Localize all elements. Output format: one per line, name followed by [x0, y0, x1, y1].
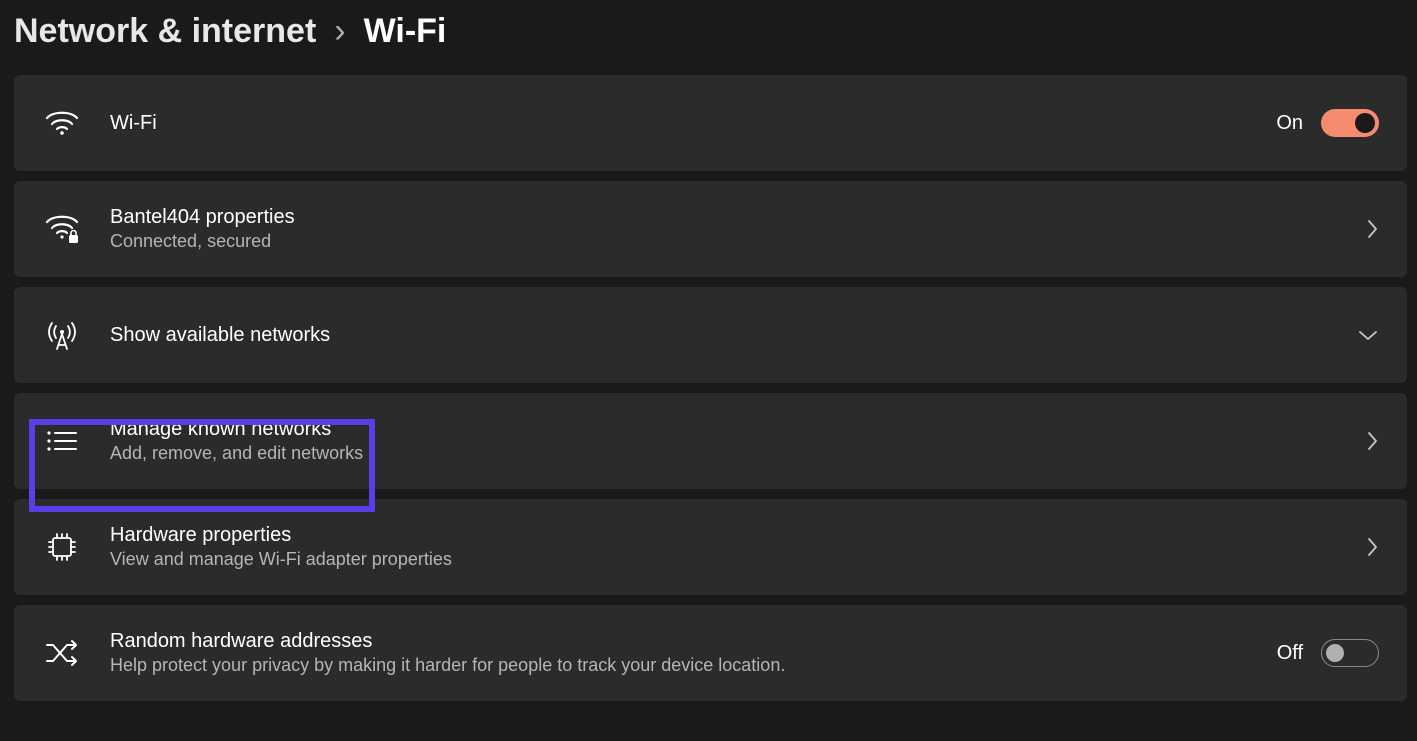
random-hw-state-label: Off [1277, 642, 1303, 665]
wifi-toggle-switch[interactable] [1321, 109, 1379, 137]
wifi-icon [42, 110, 82, 136]
hardware-properties-panel[interactable]: Hardware properties View and manage Wi-F… [14, 499, 1407, 595]
settings-panel-list: Wi-Fi On Bantel404 properties Connected,… [0, 75, 1417, 711]
wifi-secured-icon [42, 214, 82, 244]
manage-known-networks-panel[interactable]: Manage known networks Add, remove, and e… [14, 393, 1407, 489]
hardware-properties-title: Hardware properties [110, 524, 1337, 547]
breadcrumb-parent[interactable]: Network & internet [14, 12, 316, 51]
random-hw-addresses-panel[interactable]: Random hardware addresses Help protect y… [14, 605, 1407, 701]
random-hw-title: Random hardware addresses [110, 630, 1249, 653]
antenna-icon [42, 319, 82, 351]
wifi-toggle-state-label: On [1276, 112, 1303, 135]
chevron-right-icon [1365, 430, 1379, 452]
breadcrumb: Network & internet › Wi-Fi [0, 0, 1417, 75]
breadcrumb-current: Wi-Fi [364, 12, 447, 51]
show-available-networks-panel[interactable]: Show available networks [14, 287, 1407, 383]
wifi-toggle-title: Wi-Fi [110, 112, 1248, 135]
chevron-right-icon [1365, 218, 1379, 240]
list-icon [42, 429, 82, 453]
manage-known-title: Manage known networks [110, 418, 1337, 441]
shuffle-icon [42, 639, 82, 667]
chevron-right-icon: › [334, 12, 345, 51]
random-hw-toggle-switch[interactable] [1321, 639, 1379, 667]
wifi-toggle-panel[interactable]: Wi-Fi On [14, 75, 1407, 171]
manage-known-subtitle: Add, remove, and edit networks [110, 443, 1337, 464]
network-properties-title: Bantel404 properties [110, 206, 1337, 229]
random-hw-subtitle: Help protect your privacy by making it h… [110, 655, 1249, 676]
chevron-down-icon [1357, 328, 1379, 342]
chevron-right-icon [1365, 536, 1379, 558]
current-network-properties-panel[interactable]: Bantel404 properties Connected, secured [14, 181, 1407, 277]
network-properties-subtitle: Connected, secured [110, 231, 1337, 252]
available-networks-title: Show available networks [110, 324, 1329, 347]
hardware-properties-subtitle: View and manage Wi-Fi adapter properties [110, 549, 1337, 570]
chip-icon [42, 530, 82, 564]
